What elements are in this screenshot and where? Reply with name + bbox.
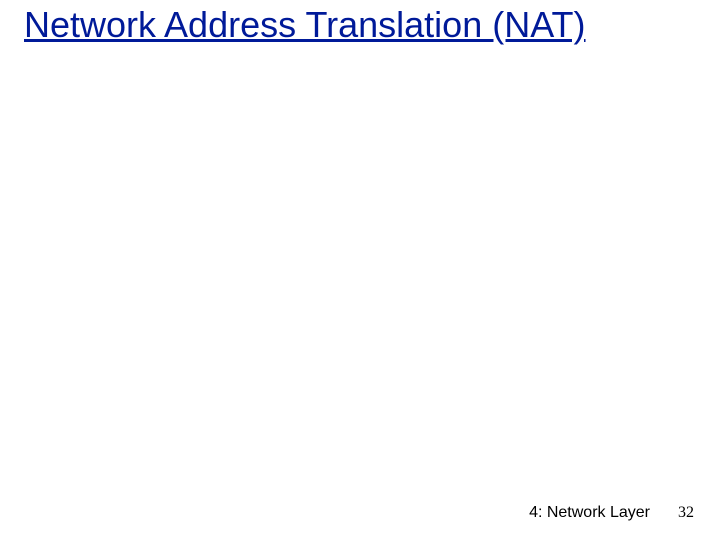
footer-section-label: 4: Network Layer <box>529 504 650 522</box>
slide-title: Network Address Translation (NAT) <box>24 4 696 45</box>
slide-footer: 4: Network Layer 32 <box>529 504 694 522</box>
footer-page-number: 32 <box>678 504 694 522</box>
